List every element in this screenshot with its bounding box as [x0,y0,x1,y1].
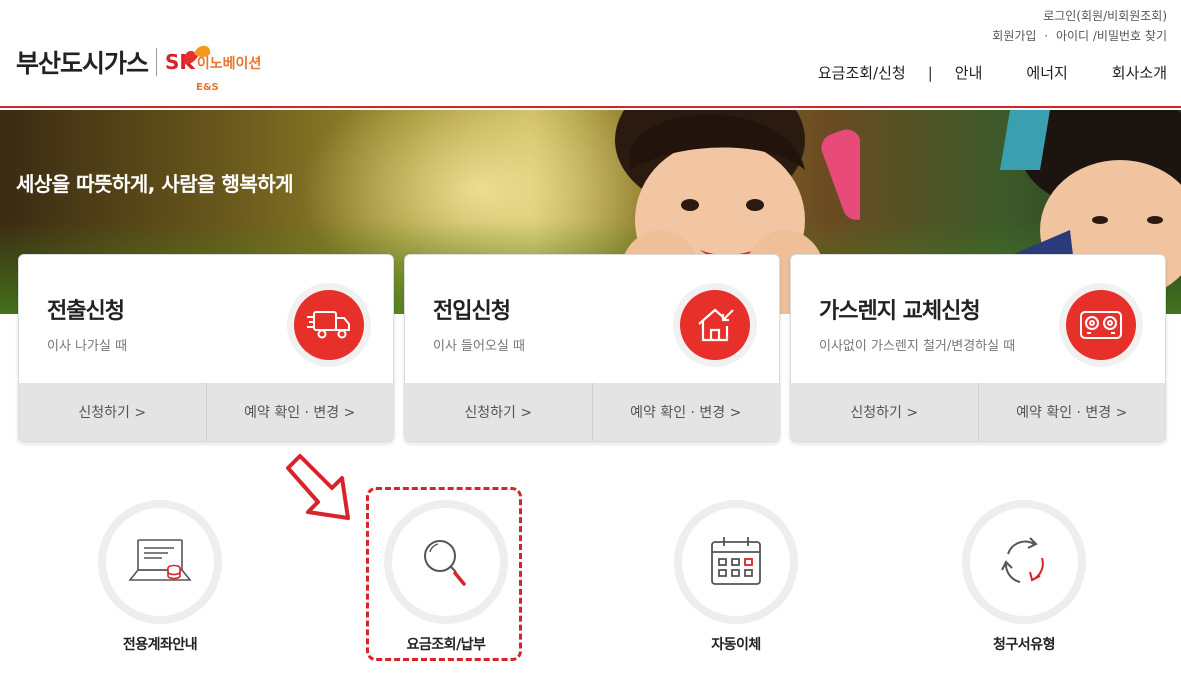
quick-item-label: 청구서유형 [993,637,1055,653]
nav-divider: | [927,63,933,82]
quick-item-bill-type[interactable]: 청구서유형 [944,500,1104,654]
nav-item-energy[interactable]: 에너지 [1026,62,1067,83]
util-separator: · [1044,29,1049,43]
nav-item-guide[interactable]: 안내 [955,62,983,83]
highlight-frame [366,487,522,661]
laptop-coins-icon [128,539,192,581]
quick-item-label: 자동이체 [711,637,761,653]
brand-logo[interactable]: 부산도시가스 SK 이노베이션 [16,44,261,80]
moving-truck-icon [294,290,364,360]
recycle-arrows-icon [1001,537,1044,583]
sk-butterfly-icon [183,45,211,65]
hero-slogan: 세상을 따뜻하게, 사람을 행복하게 [16,172,294,196]
reservation-check-button[interactable]: 예약 확인 · 변경 > [205,383,394,441]
signup-link[interactable]: 회원가입 [992,29,1036,43]
house-in-icon [680,290,750,360]
service-cards: 전출신청 이사 나가실 때 신청하기 > 예약 확인 · 변경 > 전입신청 이… [18,254,1168,444]
brand-name: 부산도시가스 [16,49,149,78]
site-header: 로그인(회원/비회원조회) 회원가입 · 아이디 /비밀번호 찾기 부산도시가스… [0,0,1181,108]
card-gas-range: 가스렌지 교체신청 이사없이 가스렌지 철거/변경하실 때 신청하기 > 예약 … [790,254,1166,442]
quick-item-dedicated-account[interactable]: 전용계좌안내 [80,500,240,654]
es-wordmark: E&S [196,82,219,93]
card-title: 전출신청 [47,299,125,324]
card-move-out: 전출신청 이사 나가실 때 신청하기 > 예약 확인 · 변경 > [18,254,394,442]
find-account-link[interactable]: 아이디 /비밀번호 찾기 [1056,29,1167,43]
utility-links: 로그인(회원/비회원조회) 회원가입 · 아이디 /비밀번호 찾기 [992,6,1167,46]
login-link[interactable]: 로그인(회원/비회원조회) [1043,9,1167,23]
apply-button[interactable]: 신청하기 > [791,383,978,441]
card-title: 가스렌지 교체신청 [819,299,981,324]
card-description: 이사 들어오실 때 [433,339,525,354]
gas-range-icon [1066,290,1136,360]
reservation-check-button[interactable]: 예약 확인 · 변경 > [977,383,1166,441]
card-move-in: 전입신청 이사 들어오실 때 신청하기 > 예약 확인 · 변경 > [404,254,780,442]
main-navigation: 요금조회/신청 | 안내 에너지 회사소개 [818,62,1167,83]
reservation-check-button[interactable]: 예약 확인 · 변경 > [591,383,780,441]
card-title: 전입신청 [433,299,511,324]
card-description: 이사없이 가스렌지 철거/변경하실 때 [819,339,1016,354]
nav-item-billing[interactable]: 요금조회/신청 [818,62,906,83]
apply-button[interactable]: 신청하기 > [19,383,206,441]
logo-divider [156,48,158,76]
apply-button[interactable]: 신청하기 > [405,383,592,441]
quick-menu: 전용계좌안내 요금조회/납부 자동이체 청구서유형 [0,500,1181,674]
quick-item-auto-transfer[interactable]: 자동이체 [656,500,816,654]
card-description: 이사 나가실 때 [47,339,128,354]
nav-item-company[interactable]: 회사소개 [1112,62,1167,83]
calendar-icon [711,537,761,585]
quick-item-label: 전용계좌안내 [122,637,198,653]
